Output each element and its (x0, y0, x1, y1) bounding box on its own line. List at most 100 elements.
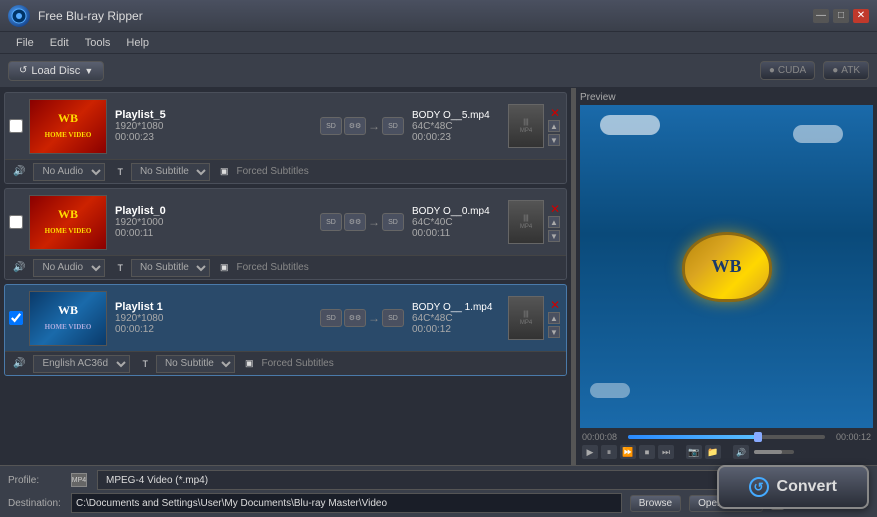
minimize-button[interactable]: — (813, 9, 829, 23)
settings-icon[interactable]: ⚙⚙ (344, 309, 366, 327)
file-checkbox[interactable] (9, 311, 23, 325)
file-checkbox[interactable] (9, 215, 23, 229)
menu-tools[interactable]: Tools (77, 35, 119, 51)
cloud-decoration (793, 125, 843, 143)
playback-controls: 00:00:08 00:00:12 ▶ ⏸ ⏩ ⏹ ⏭ 📷 📁 🔊 (580, 428, 873, 461)
destination-input[interactable] (71, 493, 622, 513)
profile-format-icon: MP4 (71, 473, 87, 487)
thumb-logo: WBHOME VIDEO (45, 207, 92, 237)
move-down-icon[interactable]: ▼ (548, 326, 560, 338)
settings-icon[interactable]: ⚙⚙ (344, 213, 366, 231)
current-time: 00:00:08 (582, 432, 624, 442)
settings-icon[interactable]: ⚙⚙ (344, 117, 366, 135)
subtitle-select[interactable]: No Subtitle (131, 259, 210, 277)
audio-select[interactable]: English AC36d (33, 355, 130, 373)
cuda-button[interactable]: ● CUDA (760, 61, 815, 80)
delete-button[interactable]: ✕ (548, 202, 562, 216)
profile-select[interactable]: MPEG-4 Video (*.mp4) (97, 470, 731, 490)
subtitle-select[interactable]: No Subtitle (131, 163, 210, 181)
atk-button[interactable]: ● ATK (823, 61, 869, 80)
output-info: BODY O__0.mp4 64C*40C 00:00:11 (412, 206, 502, 239)
thumb-logo: WBHOME VIDEO (45, 303, 92, 333)
convert-area: ↺ Convert (717, 465, 869, 509)
thumb-logo: WBHOME VIDEO (45, 111, 92, 141)
play-button[interactable]: ▶ (582, 445, 598, 459)
delete-button[interactable]: ✕ (548, 298, 562, 312)
load-disc-button[interactable]: ↺ Load Disc ▼ (8, 61, 104, 81)
preview-video[interactable]: WB (580, 105, 873, 428)
move-up-icon[interactable]: ▲ (548, 120, 560, 132)
arrow-icon: → (368, 215, 380, 229)
file-thumbnail: WBHOME VIDEO (29, 99, 107, 154)
dropdown-arrow-icon: ▼ (84, 66, 93, 76)
file-resolution: 1920*1080 (115, 313, 312, 324)
menu-help[interactable]: Help (118, 35, 157, 51)
file-item: WBHOME VIDEO Playlist 1 1920*1080 00:00:… (4, 284, 567, 376)
output-name: BODY O__5.mp4 (412, 110, 502, 121)
file-info: Playlist 1 1920*1080 00:00:12 (115, 301, 312, 335)
refresh-icon: ↺ (19, 65, 27, 76)
stop-button[interactable]: ⏹ (639, 445, 655, 459)
move-down-icon[interactable]: ▼ (548, 230, 560, 242)
volume-bar[interactable] (754, 450, 794, 454)
file-item: WBHOME VIDEO Playlist_5 1920*1080 00:00:… (4, 92, 567, 184)
close-button[interactable]: ✕ (853, 9, 869, 23)
total-time: 00:00:12 (829, 432, 871, 442)
convert-button[interactable]: ↺ Convert (717, 465, 869, 509)
volume-icon[interactable]: 🔊 (733, 445, 749, 459)
screenshot-button[interactable]: 📷 (686, 445, 702, 459)
audio-select[interactable]: No Audio (33, 259, 105, 277)
format-icon: ||| MP4 (508, 296, 544, 340)
folder-button[interactable]: 📁 (705, 445, 721, 459)
format-icon: ||| MP4 (508, 200, 544, 244)
arrow-area: SD ⚙⚙ → SD (312, 309, 412, 327)
file-duration: 00:00:23 (115, 132, 312, 143)
file-duration: 00:00:11 (115, 228, 312, 239)
title-bar: Free Blu-ray Ripper — □ ✕ (0, 0, 877, 32)
atk-label: ATK (841, 65, 860, 76)
menu-file[interactable]: File (8, 35, 42, 51)
output-name: BODY O__ 1.mp4 (412, 302, 502, 313)
reorder-arrows: ▲ ▼ (548, 216, 562, 242)
forced-subtitles-label: Forced Subtitles (236, 262, 308, 273)
file-list[interactable]: WBHOME VIDEO Playlist_5 1920*1080 00:00:… (0, 88, 572, 465)
output-duration: 00:00:12 (412, 324, 502, 335)
progress-thumb[interactable] (754, 432, 762, 442)
file-item-main: WBHOME VIDEO Playlist_5 1920*1080 00:00:… (5, 93, 566, 159)
progress-bar[interactable] (628, 435, 825, 439)
audio-icon: 🔊 (13, 358, 25, 369)
reorder-arrows: ▲ ▼ (548, 312, 562, 338)
output-name: BODY O__0.mp4 (412, 206, 502, 217)
move-down-icon[interactable]: ▼ (548, 134, 560, 146)
file-resolution: 1920*1080 (115, 121, 312, 132)
fast-forward-button[interactable]: ⏩ (620, 445, 636, 459)
file-resolution: 1920*1000 (115, 217, 312, 228)
file-checkbox[interactable] (9, 119, 23, 133)
destination-label: Destination: (8, 498, 63, 509)
subtitle-select[interactable]: No Subtitle (156, 355, 235, 373)
atk-icon: ● (832, 65, 838, 76)
maximize-button[interactable]: □ (833, 9, 849, 23)
audio-select[interactable]: No Audio (33, 163, 105, 181)
skip-forward-button[interactable]: ⏭ (658, 445, 674, 459)
move-up-icon[interactable]: ▲ (548, 312, 560, 324)
item-side-controls: ✕ ▲ ▼ (546, 298, 562, 338)
item-side-controls: ✕ ▲ ▼ (546, 106, 562, 146)
browse-button[interactable]: Browse (630, 495, 681, 512)
main-content: WBHOME VIDEO Playlist_5 1920*1080 00:00:… (0, 88, 877, 465)
subtitle-icon: T (117, 167, 123, 177)
convert-icon: ↺ (749, 477, 769, 497)
delete-button[interactable]: ✕ (548, 106, 562, 120)
file-item: WBHOME VIDEO Playlist_0 1920*1000 00:00:… (4, 188, 567, 280)
arrow-area: SD ⚙⚙ → SD (312, 117, 412, 135)
app-icon (8, 5, 30, 27)
pause-button[interactable]: ⏸ (601, 445, 617, 459)
menu-edit[interactable]: Edit (42, 35, 77, 51)
output-resolution: 64C*48C (412, 313, 502, 324)
ctrl-row: ▶ ⏸ ⏩ ⏹ ⏭ 📷 📁 🔊 (582, 445, 871, 459)
file-item-sub: 🔊 English AC36d T No Subtitle ▣ Forced S… (5, 351, 566, 375)
volume-fill (754, 450, 782, 454)
move-up-icon[interactable]: ▲ (548, 216, 560, 228)
output-format-icon: SD (382, 117, 404, 135)
preview-label: Preview (580, 92, 873, 103)
